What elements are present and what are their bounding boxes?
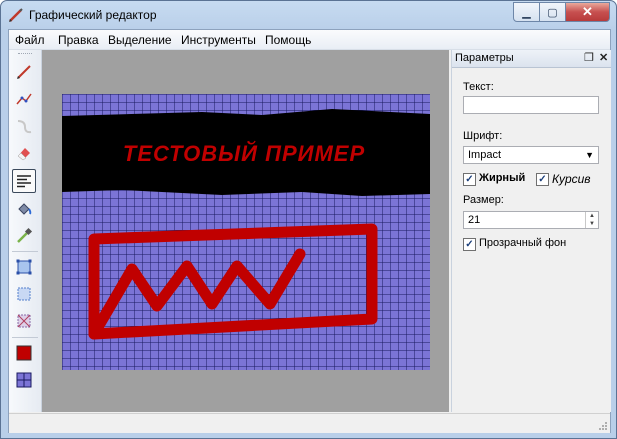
italic-label: Курсив [552, 172, 591, 186]
curve-icon [17, 120, 32, 134]
canvas-text: ТЕСТОВЫЙ ПРИМЕР [123, 140, 365, 166]
size-label: Размер: [463, 194, 504, 206]
panel-float-button[interactable]: ❐ [584, 51, 594, 64]
pencil-tool[interactable] [12, 60, 36, 84]
spin-up-icon[interactable]: ▲ [586, 212, 598, 220]
maximize-icon: ▢ [547, 6, 558, 19]
font-value: Impact [468, 149, 502, 161]
eraser-icon [17, 148, 30, 161]
menu-help[interactable]: Помощь [265, 33, 311, 47]
spin-down-icon[interactable]: ▼ [586, 220, 598, 228]
eraser-tool[interactable] [12, 141, 36, 165]
background-pattern[interactable] [12, 368, 36, 392]
close-icon: ✕ [599, 52, 609, 64]
polyline-tool[interactable] [12, 87, 36, 111]
font-combobox[interactable]: Impact ▼ [463, 146, 599, 164]
canvas-viewport[interactable]: ТЕСТОВЫЙ ПРИМЕР [42, 50, 449, 412]
text-label: Текст: [463, 81, 494, 93]
italic-checkbox[interactable]: ✓ [536, 173, 549, 186]
font-label: Шрифт: [463, 130, 503, 142]
rect-select-icon [16, 259, 32, 275]
client-area: Файл Правка Выделение Инструменты Помощь [8, 29, 611, 433]
menu-tools[interactable]: Инструменты [181, 33, 256, 47]
text-input[interactable] [463, 96, 599, 114]
checkmark-icon: ✓ [538, 174, 547, 185]
title-bar: Графический редактор ▁ ▢ ✕ [1, 1, 616, 29]
transparent-bg-checkbox[interactable]: ✓ [463, 238, 476, 251]
window-title: Графический редактор [29, 8, 157, 22]
menu-bar: Файл Правка Выделение Инструменты Помощь [9, 30, 610, 50]
text-tool-icon [17, 175, 31, 188]
bold-checkbox[interactable]: ✓ [463, 173, 476, 186]
fill-tool[interactable] [12, 197, 36, 221]
select-tool[interactable] [12, 282, 36, 306]
transparent-bg-label: Прозрачный фон [479, 237, 567, 249]
select-icon [17, 287, 31, 301]
parameters-panel: Параметры ❐ ✕ Текст: Шрифт: Impact ▼ ✓ Ж… [451, 50, 611, 412]
fg-color-swatch [16, 345, 32, 361]
size-value: 21 [468, 214, 481, 226]
minimize-button[interactable]: ▁ [513, 2, 540, 22]
curve-tool[interactable] [12, 114, 36, 138]
crop-tool[interactable] [12, 309, 36, 333]
toolbar-separator [12, 251, 38, 252]
toolbar-grip[interactable] [18, 53, 32, 56]
panel-header: Параметры ❐ ✕ [452, 50, 611, 68]
menu-edit[interactable]: Правка [58, 33, 99, 47]
minimize-icon: ▁ [522, 6, 531, 19]
menu-file[interactable]: Файл [15, 33, 45, 47]
status-bar [9, 413, 610, 433]
app-pencil-icon [9, 8, 23, 22]
text-tool[interactable] [12, 169, 36, 193]
tool-palette [9, 50, 42, 412]
crop-icon [17, 314, 31, 328]
toolbar-separator [12, 337, 38, 338]
rect-select-tool[interactable] [12, 255, 36, 279]
menu-selection[interactable]: Выделение [108, 33, 172, 47]
eyedropper-tool[interactable] [12, 224, 36, 248]
bg-pattern-swatch [16, 372, 32, 388]
panel-close-button[interactable]: ✕ [599, 51, 608, 64]
float-window-icon: ❐ [584, 52, 594, 64]
dropdown-arrow-icon: ▼ [585, 150, 594, 160]
close-icon: ✕ [582, 4, 593, 19]
foreground-color[interactable] [12, 341, 36, 365]
app-window: Графический редактор ▁ ▢ ✕ Файл Правка В… [0, 0, 617, 439]
size-spinbox[interactable]: 21 ▲ ▼ [463, 211, 599, 229]
bold-label: Жирный [479, 172, 526, 184]
panel-title: Параметры [455, 52, 514, 64]
close-button[interactable]: ✕ [566, 2, 610, 22]
pencil-icon [17, 65, 31, 79]
fill-bucket-icon [18, 203, 32, 215]
resize-grip-icon[interactable] [598, 421, 608, 431]
eyedropper-icon [17, 227, 33, 243]
drawing-canvas[interactable]: ТЕСТОВЫЙ ПРИМЕР [62, 94, 430, 370]
polyline-icon [16, 93, 32, 105]
maximize-button[interactable]: ▢ [540, 2, 566, 22]
spin-buttons[interactable]: ▲ ▼ [585, 212, 598, 228]
checkmark-icon: ✓ [465, 174, 474, 185]
checkmark-icon: ✓ [465, 239, 474, 250]
